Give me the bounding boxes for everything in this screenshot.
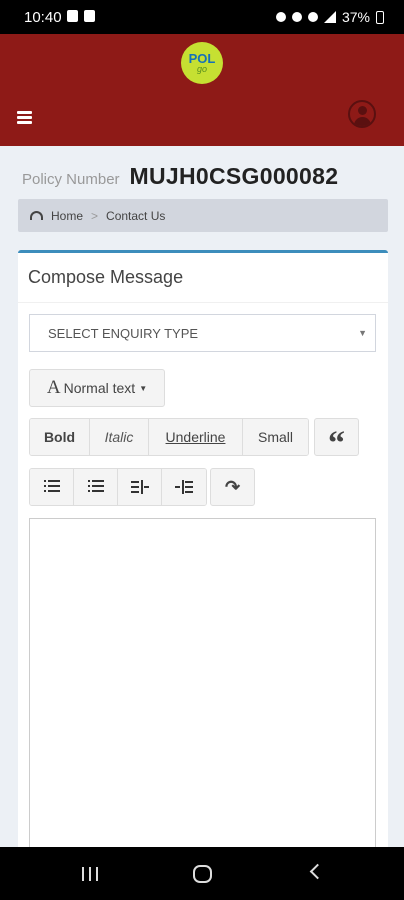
status-bar: 10:40 37% xyxy=(0,0,404,34)
breadcrumb: Home > Contact Us xyxy=(18,199,388,232)
enquiry-type-value: SELECT ENQUIRY TYPE xyxy=(48,325,199,341)
font-icon: A xyxy=(46,377,61,398)
signal-icon xyxy=(323,11,336,23)
ordered-list-button[interactable] xyxy=(74,469,118,505)
underline-button[interactable]: Underline xyxy=(149,419,243,455)
wifi-icon xyxy=(307,12,318,22)
notification-icon xyxy=(67,10,78,22)
gallery-icon xyxy=(84,10,95,22)
alarm-icon xyxy=(291,12,302,22)
compose-title: Compose Message xyxy=(28,267,184,287)
redo-icon: ↷ xyxy=(224,476,241,497)
unordered-list-button[interactable] xyxy=(30,469,74,505)
italic-button[interactable]: Italic xyxy=(90,419,149,455)
app-header: POL go xyxy=(0,34,404,146)
quote-icon: “ xyxy=(328,425,345,462)
caret-down-icon: ▼ xyxy=(139,383,148,393)
message-editor[interactable] xyxy=(29,518,376,863)
dashboard-icon xyxy=(30,211,43,220)
outdent-button[interactable] xyxy=(118,469,162,505)
recent-apps-icon[interactable] xyxy=(82,867,98,881)
indent-icon xyxy=(175,480,193,494)
list-icon xyxy=(44,480,60,493)
policy-number-row: Policy Number MUJH0CSG000082 xyxy=(22,163,338,190)
system-nav-bar xyxy=(0,847,404,900)
text-format-group: Bold Italic Underline Small xyxy=(29,418,309,456)
policy-number-value: MUJH0CSG000082 xyxy=(129,163,339,189)
logo-subtext: go xyxy=(196,63,207,74)
chevron-down-icon: ▼ xyxy=(358,328,367,338)
lock-icon xyxy=(275,12,286,22)
font-style-dropdown-button[interactable]: A Normal text ▼ xyxy=(29,369,165,407)
list-format-group xyxy=(29,468,207,506)
bold-button[interactable]: Bold xyxy=(30,419,90,455)
font-style-label: Normal text xyxy=(63,380,136,396)
policy-number-label: Policy Number xyxy=(22,171,120,188)
battery-icon xyxy=(376,10,384,24)
user-avatar-icon[interactable] xyxy=(348,100,376,128)
compose-message-box: Compose Message SELECT ENQUIRY TYPE ▼ A … xyxy=(18,250,388,863)
breadcrumb-current: Contact Us xyxy=(106,208,166,223)
back-icon[interactable] xyxy=(309,863,326,880)
small-button[interactable]: Small xyxy=(243,419,308,455)
breadcrumb-home[interactable]: Home xyxy=(51,209,83,223)
indent-button[interactable] xyxy=(162,469,206,505)
status-time: 10:40 xyxy=(24,9,62,26)
battery-percent: 37% xyxy=(341,9,370,25)
blockquote-button[interactable]: “ xyxy=(314,418,359,462)
logo-text: POL xyxy=(188,50,216,66)
enquiry-type-select[interactable]: SELECT ENQUIRY TYPE ▼ xyxy=(29,314,376,352)
divider xyxy=(18,302,388,303)
home-icon[interactable] xyxy=(193,865,212,883)
outdent-icon xyxy=(131,480,149,494)
hamburger-icon[interactable] xyxy=(17,111,32,124)
pol-logo[interactable]: POL go xyxy=(181,42,223,84)
breadcrumb-separator: > xyxy=(91,208,99,223)
ordered-list-icon xyxy=(88,480,104,493)
redo-button[interactable]: ↷ xyxy=(210,468,255,506)
